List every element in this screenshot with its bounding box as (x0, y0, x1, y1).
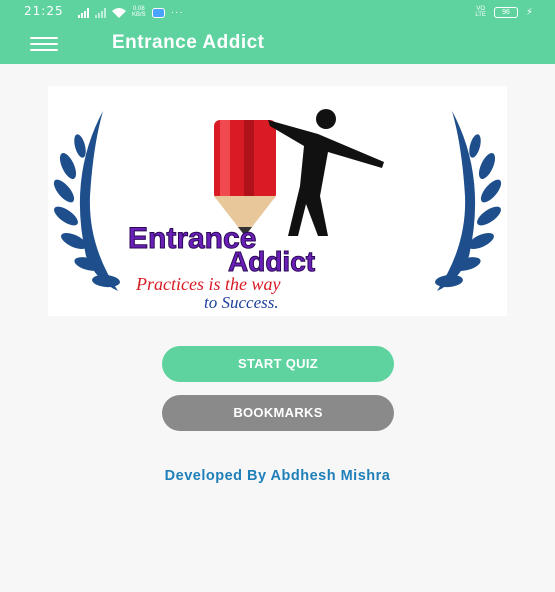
logo-tagline-line1: Practices is the way (135, 274, 280, 294)
logo-tagline-line2: to Success. (204, 293, 279, 312)
overflow-dots: ··· (170, 7, 184, 18)
app-title: Entrance Addict (112, 32, 265, 53)
bookmarks-button[interactable]: BOOKMARKS (162, 395, 394, 431)
pencil-icon (214, 120, 276, 236)
status-icons-right: VO LTE 96 ⚡ (475, 6, 533, 18)
message-icon (151, 8, 165, 18)
laurel-left-icon (53, 111, 120, 291)
volte-indicator: VO LTE (475, 6, 486, 18)
logo-text-line2: Addict (228, 246, 315, 277)
net-speed: 0.08 KB/S (132, 6, 146, 18)
start-quiz-button[interactable]: START QUIZ (162, 346, 394, 382)
battery-icon: 96 (493, 6, 518, 18)
status-time: 21:25 (24, 4, 64, 18)
hamburger-icon[interactable] (30, 37, 58, 51)
status-icons-left: 0.08 KB/S ··· (78, 6, 184, 18)
app-logo: Entrance Addict Practices is the way to … (48, 86, 507, 316)
signal-icon (78, 8, 89, 18)
battery-level: 96 (502, 8, 510, 16)
signal-icon-2 (95, 8, 106, 18)
person-figure-icon (268, 109, 384, 236)
developer-credit: Developed By Abdhesh Mishra (164, 468, 391, 484)
laurel-right-icon (435, 111, 502, 291)
status-bar: 21:25 0.08 KB/S ··· VO LTE 96 ⚡ (0, 0, 555, 24)
wifi-icon (112, 8, 126, 18)
app-bar: Entrance Addict (0, 24, 555, 64)
charging-icon: ⚡ (525, 6, 533, 18)
